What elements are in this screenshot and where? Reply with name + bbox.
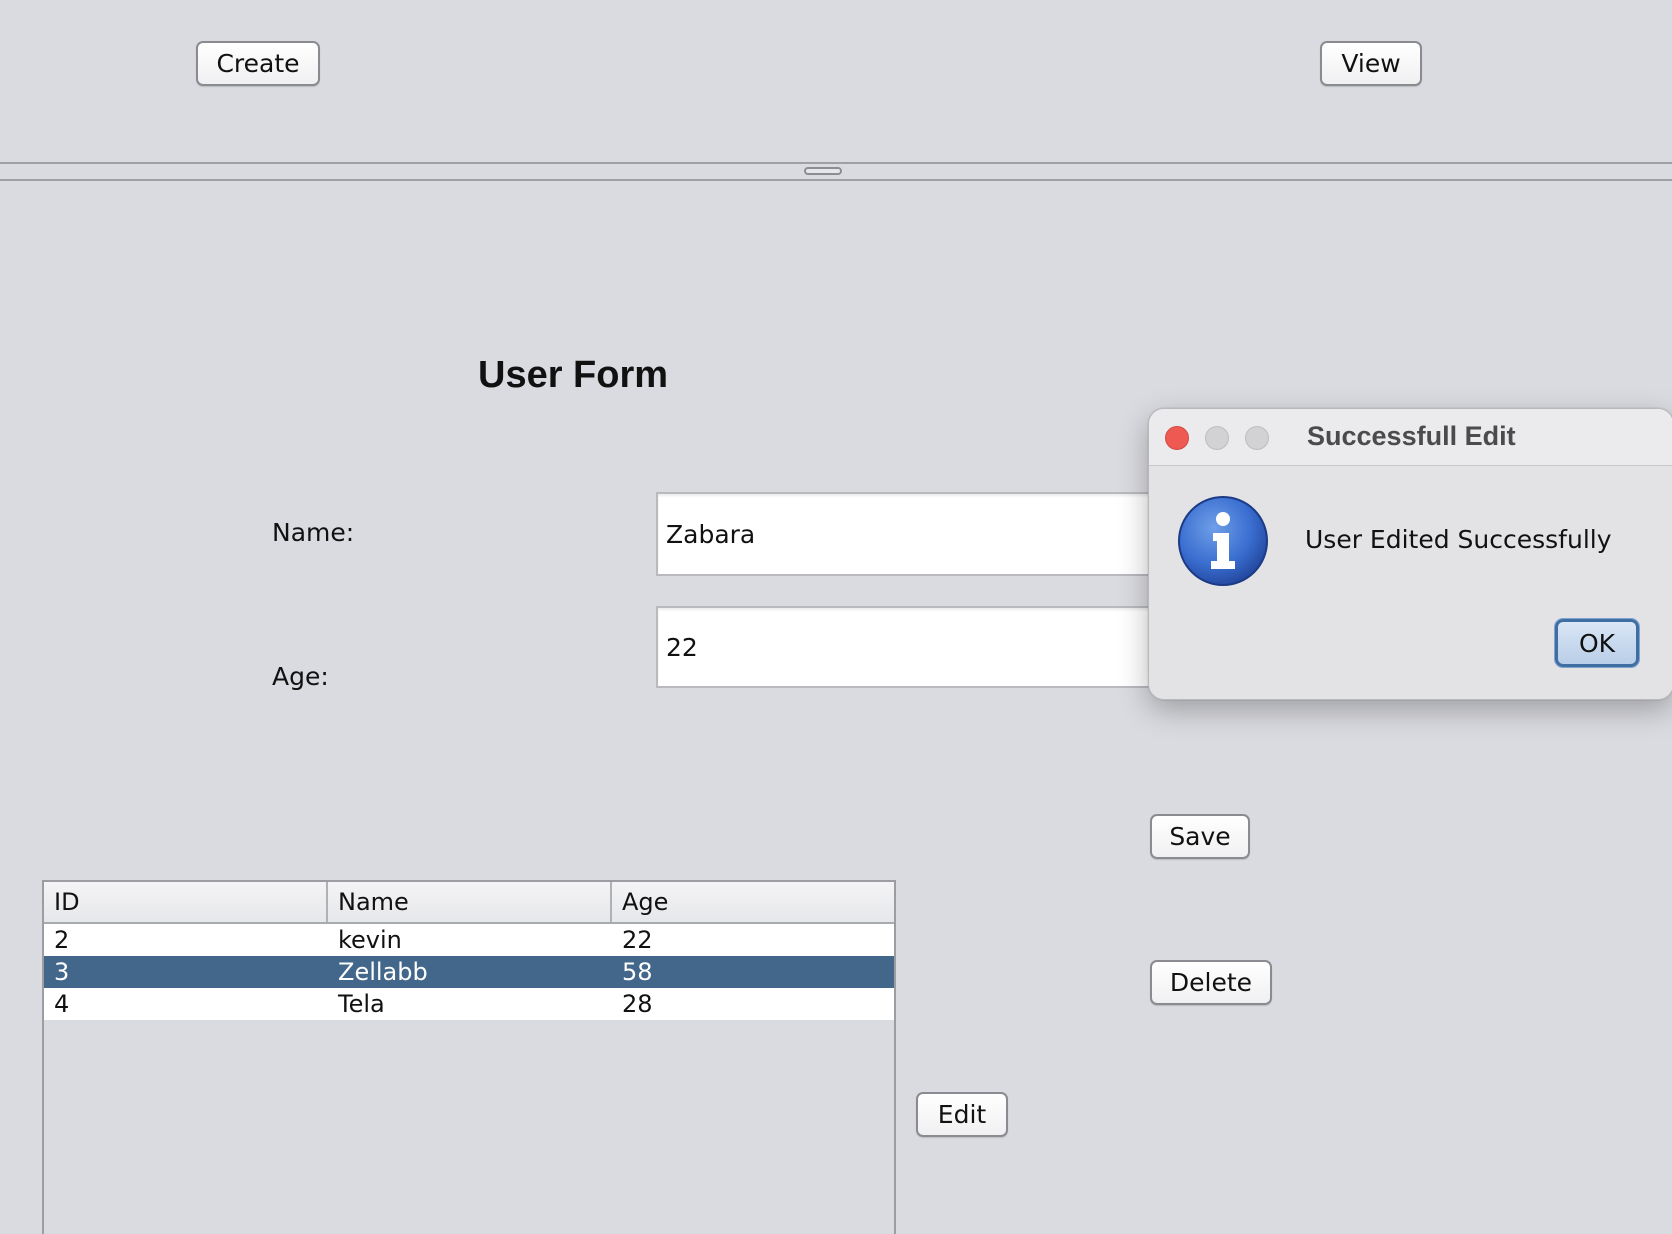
table-row[interactable]: 2 kevin 22 (44, 924, 894, 956)
cell-age: 58 (622, 958, 653, 986)
table-header: ID Name Age (44, 882, 894, 924)
minimize-window-icon[interactable] (1205, 426, 1229, 450)
cell-name: kevin (338, 926, 402, 954)
success-dialog: Successfull Edit User Edited Successfull… (1148, 408, 1672, 700)
split-pane-handle[interactable] (804, 167, 842, 175)
cell-name: Zellabb (338, 958, 428, 986)
close-window-icon[interactable] (1165, 426, 1189, 450)
column-header-id[interactable]: ID (44, 882, 328, 922)
cell-age: 22 (622, 926, 653, 954)
table-row-selected[interactable]: 3 Zellabb 58 (44, 956, 894, 988)
split-divider-top (0, 162, 1672, 164)
create-button[interactable]: Create (196, 41, 320, 86)
users-table[interactable]: ID Name Age 2 kevin 22 3 Zellabb 58 4 Te… (42, 880, 896, 1234)
age-label: Age: (272, 662, 329, 691)
column-header-name[interactable]: Name (328, 882, 612, 922)
table-row[interactable]: 4 Tela 28 (44, 988, 894, 1020)
name-field[interactable] (656, 492, 1176, 576)
name-label: Name: (272, 518, 355, 547)
ok-button[interactable]: OK (1555, 619, 1639, 667)
delete-button[interactable]: Delete (1150, 960, 1272, 1005)
zoom-window-icon[interactable] (1245, 426, 1269, 450)
dialog-titlebar[interactable]: Successfull Edit (1149, 409, 1672, 466)
page-title: User Form (478, 354, 669, 396)
cell-id: 3 (54, 958, 70, 986)
cell-id: 4 (54, 990, 70, 1018)
dialog-title: Successfull Edit (1307, 421, 1516, 451)
dialog-message: User Edited Successfully (1305, 525, 1612, 554)
cell-name: Tela (338, 990, 385, 1018)
info-icon (1178, 496, 1268, 586)
age-field[interactable] (656, 606, 1176, 688)
save-button[interactable]: Save (1150, 814, 1250, 859)
view-button[interactable]: View (1320, 41, 1422, 86)
edit-button[interactable]: Edit (916, 1092, 1008, 1137)
split-divider-bottom (0, 179, 1672, 181)
column-header-age[interactable]: Age (612, 882, 894, 922)
cell-id: 2 (54, 926, 70, 954)
cell-age: 28 (622, 990, 653, 1018)
